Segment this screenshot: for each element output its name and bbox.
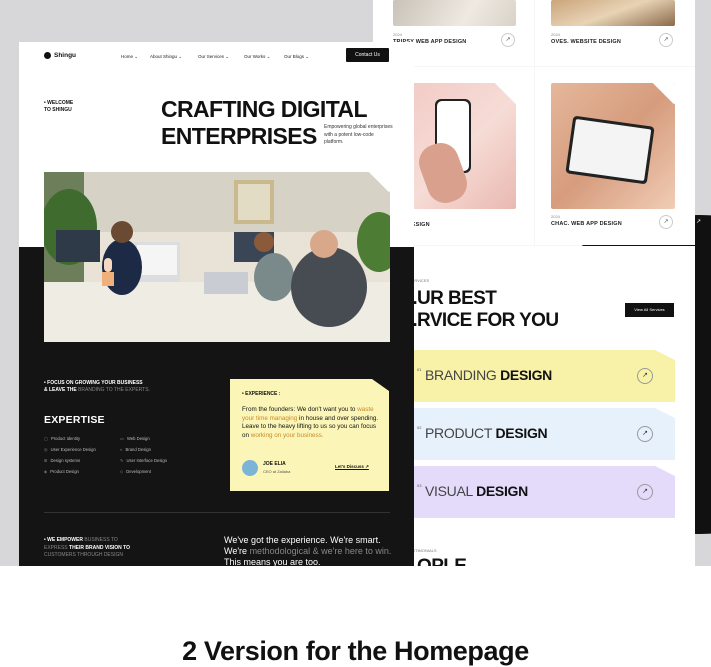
grid-icon: ⊞ <box>44 458 48 463</box>
expertise-item: ⊞ Design systems <box>44 458 81 463</box>
showcase-stage: 2024 TRIPSY WEB APP DESIGN ↗ 2024 OVES. … <box>0 0 711 566</box>
project-card-chac[interactable]: 2024 CHAC. WEB APP DESIGN ↗ <box>535 67 695 245</box>
project-thumbnail <box>551 0 675 26</box>
expertise-item: ◇ Development <box>120 469 151 474</box>
welcome-label: • WELCOME TO SHINGU <box>44 100 74 113</box>
arrow-icon[interactable]: ↗ <box>659 33 673 47</box>
logo[interactable]: Shingu <box>44 52 76 59</box>
hero-subtitle: Empowering global enterprises with a pot… <box>324 124 393 145</box>
nav-about[interactable]: About Shingu ⌄ <box>150 54 182 60</box>
pen-icon: ✎ <box>120 458 124 463</box>
author-name: JOE ELIA <box>263 461 286 467</box>
services-section: ...RVICES ...UR BEST ...RVICE FOR YOU Vi… <box>373 246 695 566</box>
primary-homepage-mockup: Shingu Home ⌄ About Shingu ⌄ Our Service… <box>19 42 414 566</box>
project-title: CHAC. WEB APP DESIGN <box>551 221 622 227</box>
experience-card: • EXPERIENCE : From the founders: We don… <box>230 379 389 491</box>
showcase-caption: 2 Version for the Homepage <box>182 636 529 666</box>
expertise-item: ▭ Web Design <box>120 436 150 441</box>
divider <box>44 512 390 513</box>
project-thumbnail <box>393 0 516 26</box>
experience-statement: We've got the experience. We're smart. W… <box>224 535 392 566</box>
service-name: BRANDING DESIGN <box>425 367 552 383</box>
arrow-icon[interactable]: ↗ <box>501 33 515 47</box>
expertise-item: ◎ User Experience Design <box>44 447 96 452</box>
tablet-mockup <box>565 115 655 185</box>
project-thumbnail <box>551 83 675 209</box>
globe-icon: ◎ <box>44 447 48 452</box>
project-year: 2024 <box>551 32 560 37</box>
service-branding[interactable]: 01 BRANDING DESIGN ↗ <box>373 350 675 402</box>
focus-statement: • FOCUS ON GROWING YOUR BUSINESS & LEAVE… <box>44 380 150 393</box>
code-icon: ◇ <box>120 469 124 474</box>
view-all-services-button[interactable]: View All Services <box>625 303 674 317</box>
author-role: CEO at Zallaba <box>263 469 291 474</box>
cube-icon: ◈ <box>44 469 48 474</box>
service-name: PRODUCT DESIGN <box>425 425 548 441</box>
arrow-icon[interactable]: ↗ <box>637 368 653 384</box>
experience-label: • EXPERIENCE : <box>242 391 281 397</box>
expertise-item: ◈ Product Design <box>44 469 79 474</box>
arrow-icon[interactable]: ↗ <box>637 484 653 500</box>
project-card-oves[interactable]: 2024 OVES. WEBSITE DESIGN ↗ <box>535 0 695 66</box>
nav-blogs[interactable]: Our Blogs ⌄ <box>284 54 309 60</box>
service-visual[interactable]: 03 VISUAL DESIGN ↗ <box>373 466 675 518</box>
experience-quote: From the founders: We don't want you to … <box>242 406 379 439</box>
contact-button[interactable]: Contact Us <box>346 48 389 62</box>
lets-discuss-link[interactable]: Let's Discuss ↗ <box>335 464 369 470</box>
palette-icon: ◐ <box>120 447 123 452</box>
nav-services[interactable]: Our Services ⌄ <box>198 54 229 60</box>
top-nav: Shingu Home ⌄ About Shingu ⌄ Our Service… <box>19 42 414 72</box>
arrow-icon[interactable]: ↗ <box>659 215 673 229</box>
expertise-item: ◐ Brand Design <box>120 447 151 452</box>
hero-office-image <box>44 172 390 342</box>
expertise-item: ✎ User Interface Design <box>120 458 168 463</box>
secondary-homepage-mockup: 2024 TRIPSY WEB APP DESIGN ↗ 2024 OVES. … <box>373 0 711 566</box>
services-title: ...UR BEST ...RVICE FOR YOU <box>403 288 559 331</box>
arrow-icon[interactable]: ↗ <box>637 426 653 442</box>
expertise-item: ▢ Product Identity <box>44 436 81 441</box>
logo-icon <box>44 52 51 59</box>
project-year: 2024 <box>393 32 402 37</box>
project-title: OVES. WEBSITE DESIGN <box>551 39 622 45</box>
empower-statement: • WE EMPOWER BUSINESS TO EXPRESS THEIR B… <box>44 537 131 558</box>
file-icon: ▢ <box>44 436 48 441</box>
service-name: VISUAL DESIGN <box>425 483 528 499</box>
office-photo <box>44 172 390 342</box>
monitor-icon: ▭ <box>120 436 124 441</box>
nav-home[interactable]: Home ⌄ <box>121 54 138 60</box>
project-year: 2024 <box>551 214 560 219</box>
service-product[interactable]: 02 PRODUCT DESIGN ↗ <box>373 408 675 460</box>
expertise-title: EXPERTISE <box>44 414 105 426</box>
nav-works[interactable]: Our Works ⌄ <box>244 54 270 60</box>
avatar <box>242 460 258 476</box>
